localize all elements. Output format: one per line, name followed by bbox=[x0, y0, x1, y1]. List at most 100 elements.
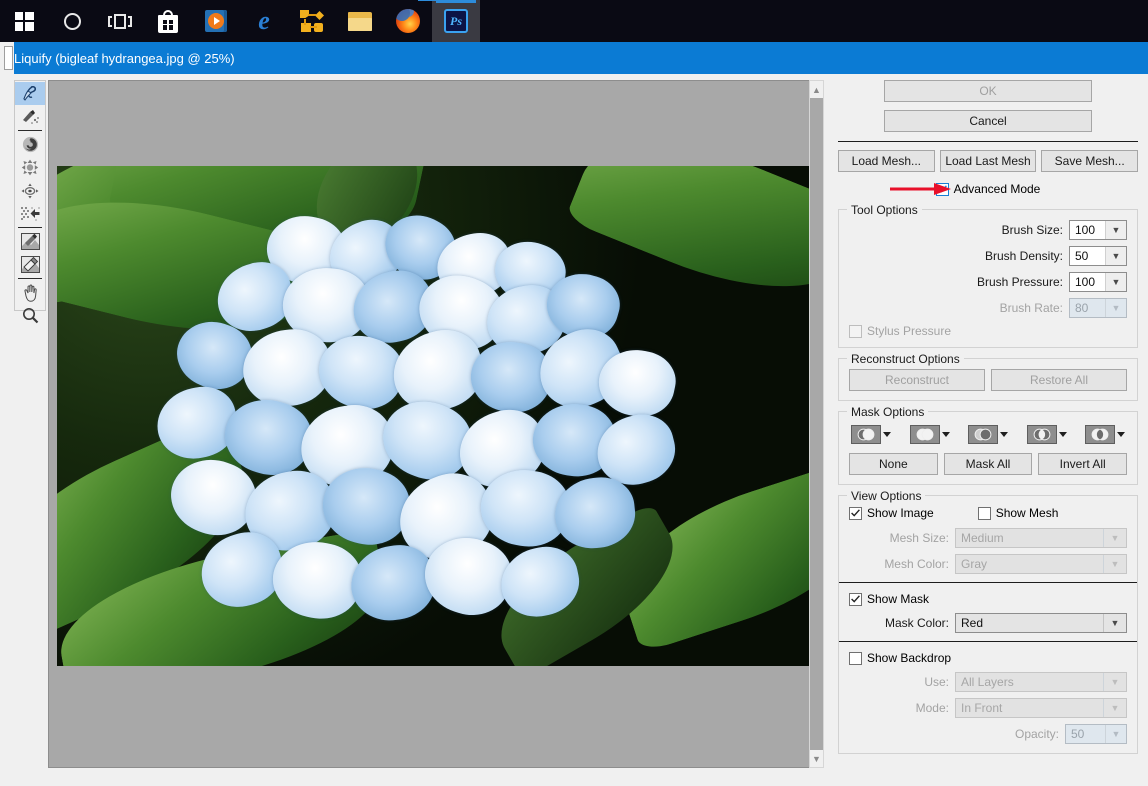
freeze-mask-tool[interactable] bbox=[15, 230, 45, 253]
scroll-down-arrow-icon[interactable]: ▼ bbox=[810, 750, 823, 767]
load-mesh-button[interactable]: Load Mesh... bbox=[838, 150, 935, 172]
scroll-up-arrow-icon[interactable]: ▲ bbox=[810, 81, 823, 98]
venn-replace-icon bbox=[851, 425, 881, 444]
show-backdrop-label: Show Backdrop bbox=[867, 651, 952, 665]
show-backdrop-row: Show Backdrop bbox=[849, 651, 1127, 665]
show-mask-checkbox[interactable] bbox=[849, 592, 862, 606]
mesh-size-value: Medium bbox=[961, 531, 1004, 545]
twirl-icon bbox=[22, 136, 38, 153]
mesh-color-value: Gray bbox=[961, 557, 988, 571]
image-canvas[interactable] bbox=[48, 80, 823, 768]
window-title: Liquify (bigleaf hydrangea.jpg @ 25%) bbox=[14, 50, 235, 66]
backdrop-use-value: All Layers bbox=[961, 675, 1014, 689]
brush-size-input[interactable]: 100 ▼ bbox=[1069, 220, 1127, 240]
load-last-mesh-button[interactable]: Load Last Mesh bbox=[939, 150, 1037, 172]
mask-options-group: Mask Options None Mask All Invert All bbox=[838, 405, 1138, 485]
brush-pressure-label: Brush Pressure: bbox=[976, 275, 1063, 289]
chevron-down-icon: ▼ bbox=[1103, 529, 1126, 547]
mask-all-button[interactable]: Mask All bbox=[943, 453, 1033, 475]
brush-pressure-input[interactable]: 100 ▼ bbox=[1069, 272, 1127, 292]
reconstruct-tool[interactable] bbox=[15, 105, 45, 128]
mask-color-select[interactable]: Red ▼ bbox=[955, 613, 1127, 633]
thaw-mask-icon bbox=[20, 256, 40, 273]
twirl-clockwise-tool[interactable] bbox=[15, 133, 45, 156]
pucker-tool[interactable] bbox=[15, 156, 45, 179]
task-view-button[interactable] bbox=[96, 0, 144, 42]
zoom-tool[interactable] bbox=[15, 304, 45, 327]
firefox-button[interactable] bbox=[384, 0, 432, 42]
ok-button[interactable]: OK bbox=[884, 80, 1092, 102]
vertical-scroll-thumb[interactable] bbox=[810, 98, 823, 750]
cancel-button[interactable]: Cancel bbox=[884, 110, 1092, 132]
mesh-color-label: Mesh Color: bbox=[884, 557, 949, 571]
brush-pressure-value: 100 bbox=[1075, 275, 1096, 289]
reconstruct-options-legend: Reconstruct Options bbox=[847, 352, 964, 366]
chevron-down-icon[interactable] bbox=[1058, 432, 1067, 437]
chevron-down-icon[interactable]: ▼ bbox=[1105, 247, 1126, 265]
chevron-down-icon[interactable] bbox=[1000, 432, 1008, 437]
show-image-checkbox[interactable] bbox=[849, 506, 862, 520]
chevron-down-icon[interactable] bbox=[883, 432, 891, 437]
firefox-icon bbox=[396, 9, 420, 33]
magnifier-icon bbox=[22, 308, 38, 324]
movies-tv-button[interactable] bbox=[192, 0, 240, 42]
bloat-icon bbox=[21, 183, 39, 198]
hand-tool[interactable] bbox=[15, 281, 45, 304]
show-mesh-checkbox[interactable] bbox=[977, 506, 991, 520]
options-panel: OK Cancel Load Mesh... Load Last Mesh Sa… bbox=[838, 80, 1139, 754]
chevron-down-icon: ▼ bbox=[1105, 725, 1126, 743]
thaw-mask-tool[interactable] bbox=[15, 253, 45, 276]
mask-mode-intersect-with-selection[interactable] bbox=[1026, 425, 1067, 444]
push-left-icon bbox=[20, 207, 40, 221]
brush-rate-input: 80 ▼ bbox=[1069, 298, 1127, 318]
brush-rate-label: Brush Rate: bbox=[999, 301, 1063, 315]
mask-none-button[interactable]: None bbox=[849, 453, 938, 475]
visio-button[interactable] bbox=[288, 0, 336, 42]
edge-button[interactable]: e bbox=[240, 0, 288, 42]
pucker-icon bbox=[21, 159, 39, 176]
save-mesh-button[interactable]: Save Mesh... bbox=[1041, 150, 1139, 172]
chevron-down-icon[interactable] bbox=[1117, 432, 1125, 437]
mask-mode-replace-selection[interactable] bbox=[851, 425, 891, 444]
brush-density-label: Brush Density: bbox=[984, 249, 1063, 263]
reconstruct-options-group: Reconstruct Options Reconstruct Restore … bbox=[838, 352, 1138, 401]
mesh-size-row: Mesh Size: Medium ▼ bbox=[849, 528, 1127, 548]
venn-subtract-icon bbox=[968, 425, 998, 444]
start-button[interactable] bbox=[0, 0, 48, 42]
restore-all-button: Restore All bbox=[991, 369, 1127, 391]
venn-add-icon bbox=[909, 425, 940, 444]
mask-mode-invert-selection[interactable] bbox=[1085, 425, 1125, 444]
bloat-tool[interactable] bbox=[15, 179, 45, 202]
mask-invert-all-button[interactable]: Invert All bbox=[1038, 453, 1128, 475]
photoshop-button[interactable]: Ps bbox=[418, 0, 480, 42]
mask-color-label: Mask Color: bbox=[884, 616, 949, 630]
backdrop-opacity-label: Opacity: bbox=[1014, 727, 1059, 741]
show-backdrop-checkbox[interactable] bbox=[849, 651, 862, 665]
canvas-vertical-scrollbar[interactable]: ▲ ▼ bbox=[809, 80, 824, 768]
cortana-button[interactable] bbox=[48, 0, 96, 42]
chevron-down-icon[interactable]: ▼ bbox=[1105, 273, 1126, 291]
brush-size-row: Brush Size: 100 ▼ bbox=[849, 220, 1127, 240]
chevron-down-icon[interactable]: ▼ bbox=[1105, 221, 1126, 239]
chevron-down-icon[interactable]: ▼ bbox=[1103, 614, 1126, 632]
brush-density-input[interactable]: 50 ▼ bbox=[1069, 246, 1127, 266]
tool-options-group: Tool Options Brush Size: 100 ▼ Brush Den… bbox=[838, 203, 1138, 348]
venn-intersect-icon bbox=[1026, 425, 1057, 444]
dialog-body: ▲ ▼ ❮ ❯ – + 25% ▼ OK Cancel Load Mesh... bbox=[0, 74, 1148, 786]
forward-warp-icon bbox=[23, 86, 36, 101]
visio-icon bbox=[300, 10, 324, 32]
photoshop-icon: Ps bbox=[444, 9, 468, 33]
chevron-down-icon[interactable] bbox=[941, 432, 950, 437]
brush-density-row: Brush Density: 50 ▼ bbox=[849, 246, 1127, 266]
forward-warp-tool[interactable] bbox=[15, 82, 45, 105]
mask-color-value: Red bbox=[961, 616, 984, 630]
push-left-tool[interactable] bbox=[15, 202, 45, 225]
mask-mode-subtract-from-selection[interactable] bbox=[968, 425, 1008, 444]
mask-options-legend: Mask Options bbox=[847, 405, 929, 419]
mask-mode-add-to-selection[interactable] bbox=[909, 425, 950, 444]
backdrop-mode-label: Mode: bbox=[915, 701, 949, 715]
brush-rate-value: 80 bbox=[1075, 301, 1089, 315]
tool-options-legend: Tool Options bbox=[847, 203, 922, 217]
microsoft-store-button[interactable] bbox=[144, 0, 192, 42]
file-explorer-button[interactable] bbox=[336, 0, 384, 42]
